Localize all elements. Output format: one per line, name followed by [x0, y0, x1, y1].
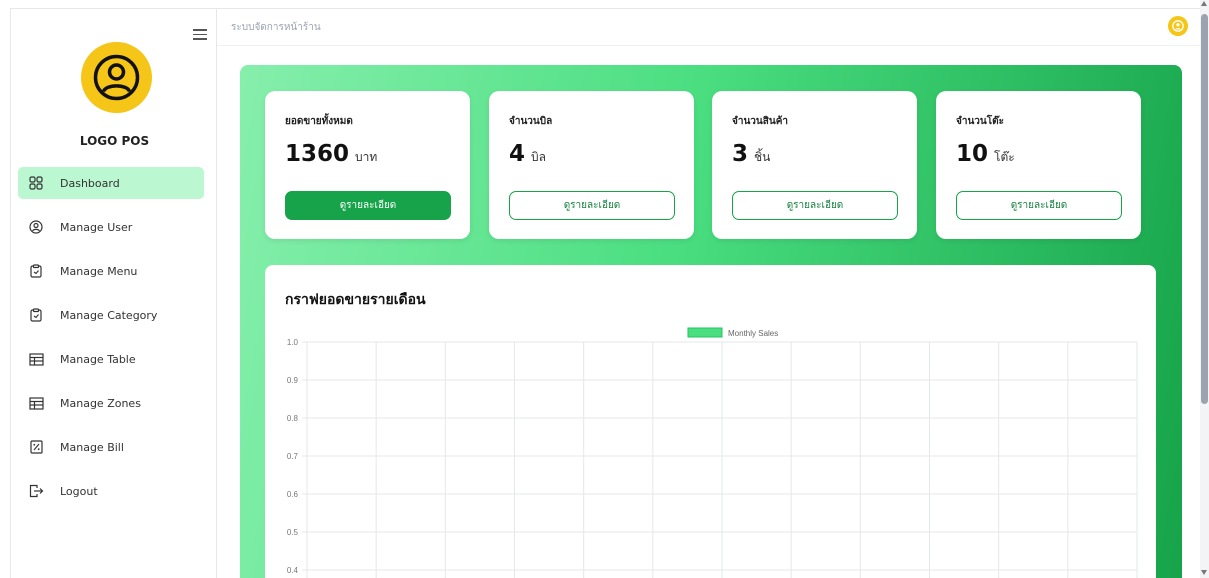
monthly-sales-chart-card: กราฟยอดขายรายเดือน 1.0 0.9 0.8 0.7 0.6 0.5 0.4…: [265, 265, 1156, 578]
sidebar-item-label: Dashboard: [60, 176, 120, 190]
sidebar-item-manage-zones[interactable]: Manage Zones: [18, 387, 204, 419]
stat-number: 1360: [285, 141, 350, 167]
sidebar-item-dashboard[interactable]: Dashboard: [18, 167, 204, 199]
user-icon: [1172, 20, 1184, 32]
view-details-button[interactable]: ดูรายละเอียด: [732, 191, 898, 220]
stat-label: จำนวนบิล: [509, 116, 553, 127]
sidebar-item-label: Manage Menu: [60, 264, 138, 278]
grid-icon: [28, 175, 44, 191]
scroll-up-arrow-icon[interactable]: [1201, 1, 1207, 6]
sidebar-item-manage-bill[interactable]: Manage Bill: [18, 431, 204, 463]
sidebar-item-manage-user[interactable]: Manage User: [18, 211, 204, 243]
logo-text: LOGO POS: [79, 134, 150, 148]
percent-receipt-icon: [28, 439, 44, 455]
sidebar-item-label: Manage Zones: [60, 396, 141, 410]
view-details-button[interactable]: ดูรายละเอียด: [956, 191, 1122, 220]
avatar[interactable]: [1168, 16, 1188, 36]
stat-unit: โต๊ะ: [994, 150, 1015, 164]
scroll-down-arrow-icon[interactable]: [1201, 570, 1207, 575]
y-tick-label: 0.9: [287, 376, 299, 385]
sidebar-item-label: Manage Table: [60, 352, 136, 366]
stat-value: 4 บิล: [509, 141, 546, 167]
sidebar-item-logout[interactable]: Logout: [18, 475, 204, 507]
logout-icon: [28, 483, 44, 499]
y-tick-label: 1.0: [287, 338, 299, 347]
topbar: ระบบจัดการหน้าร้าน: [217, 8, 1200, 46]
stat-label: จำนวนโต๊ะ: [956, 116, 1004, 127]
sidebar-nav: Dashboard Manage User Manage Menu Manage…: [18, 167, 204, 519]
stat-number: 10: [956, 141, 989, 167]
stat-card-tables: จำนวนโต๊ะ 10 โต๊ะ ดูรายละเอียด: [936, 91, 1141, 239]
y-tick-label: 0.6: [287, 490, 299, 499]
clipboard-icon: [28, 263, 44, 279]
stat-card-products: จำนวนสินค้า 3 ชิ้น ดูรายละเอียด: [712, 91, 917, 239]
stat-label: ยอดขายทั้งหมด: [285, 116, 353, 127]
sidebar-item-manage-menu[interactable]: Manage Menu: [18, 255, 204, 287]
page-title: ระบบจัดการหน้าร้าน: [231, 22, 321, 33]
y-tick-label: 0.5: [287, 528, 299, 537]
sidebar-item-manage-category[interactable]: Manage Category: [18, 299, 204, 331]
legend-swatch: [687, 327, 723, 338]
dashboard-panel: ยอดขายทั้งหมด 1360 บาท ดูรายละเอียด จำนว…: [240, 65, 1182, 578]
stat-unit: บิล: [531, 150, 546, 164]
sidebar-item-label: Manage User: [60, 220, 133, 234]
stat-number: 3: [732, 141, 749, 167]
stat-number: 4: [509, 141, 526, 167]
stat-value: 1360 บาท: [285, 141, 377, 167]
stat-unit: ชิ้น: [754, 150, 771, 164]
stat-unit: บาท: [355, 150, 378, 164]
chart-title: กราฟยอดขายรายเดือน: [285, 292, 426, 308]
scroll-thumb[interactable]: [1201, 14, 1208, 404]
table-icon: [28, 351, 44, 367]
page-scrollbar[interactable]: [1200, 0, 1209, 578]
sidebar-item-label: Logout: [60, 484, 98, 498]
y-tick-label: 0.7: [287, 452, 299, 461]
stat-card-bills: จำนวนบิล 4 บิล ดูรายละเอียด: [489, 91, 694, 239]
user-circle-icon: [28, 219, 44, 235]
stat-value: 10 โต๊ะ: [956, 141, 1015, 167]
sidebar: LOGO POS Dashboard Manage User Manage Me…: [10, 8, 217, 578]
stat-label: จำนวนสินค้า: [732, 116, 789, 127]
stat-value: 3 ชิ้น: [732, 141, 770, 167]
stat-card-total-sales: ยอดขายทั้งหมด 1360 บาท ดูรายละเอียด: [265, 91, 470, 239]
y-tick-label: 0.8: [287, 414, 299, 423]
app: LOGO POS Dashboard Manage User Manage Me…: [0, 0, 1209, 578]
y-tick-label: 0.4: [287, 566, 299, 575]
sidebar-item-manage-table[interactable]: Manage Table: [18, 343, 204, 375]
clipboard-icon: [28, 307, 44, 323]
hamburger-menu-icon[interactable]: [193, 29, 207, 40]
table-icon: [28, 395, 44, 411]
sidebar-item-label: Manage Category: [60, 308, 158, 322]
view-details-button[interactable]: ดูรายละเอียด: [285, 191, 451, 220]
sidebar-item-label: Manage Bill: [60, 440, 124, 454]
view-details-button[interactable]: ดูรายละเอียด: [509, 191, 675, 220]
legend-label: Monthly Sales: [728, 329, 778, 338]
logo-user-icon: [81, 42, 152, 113]
monthly-sales-chart: 1.0 0.9 0.8 0.7 0.6 0.5 0.4 Monthly Sales: [287, 327, 1138, 578]
